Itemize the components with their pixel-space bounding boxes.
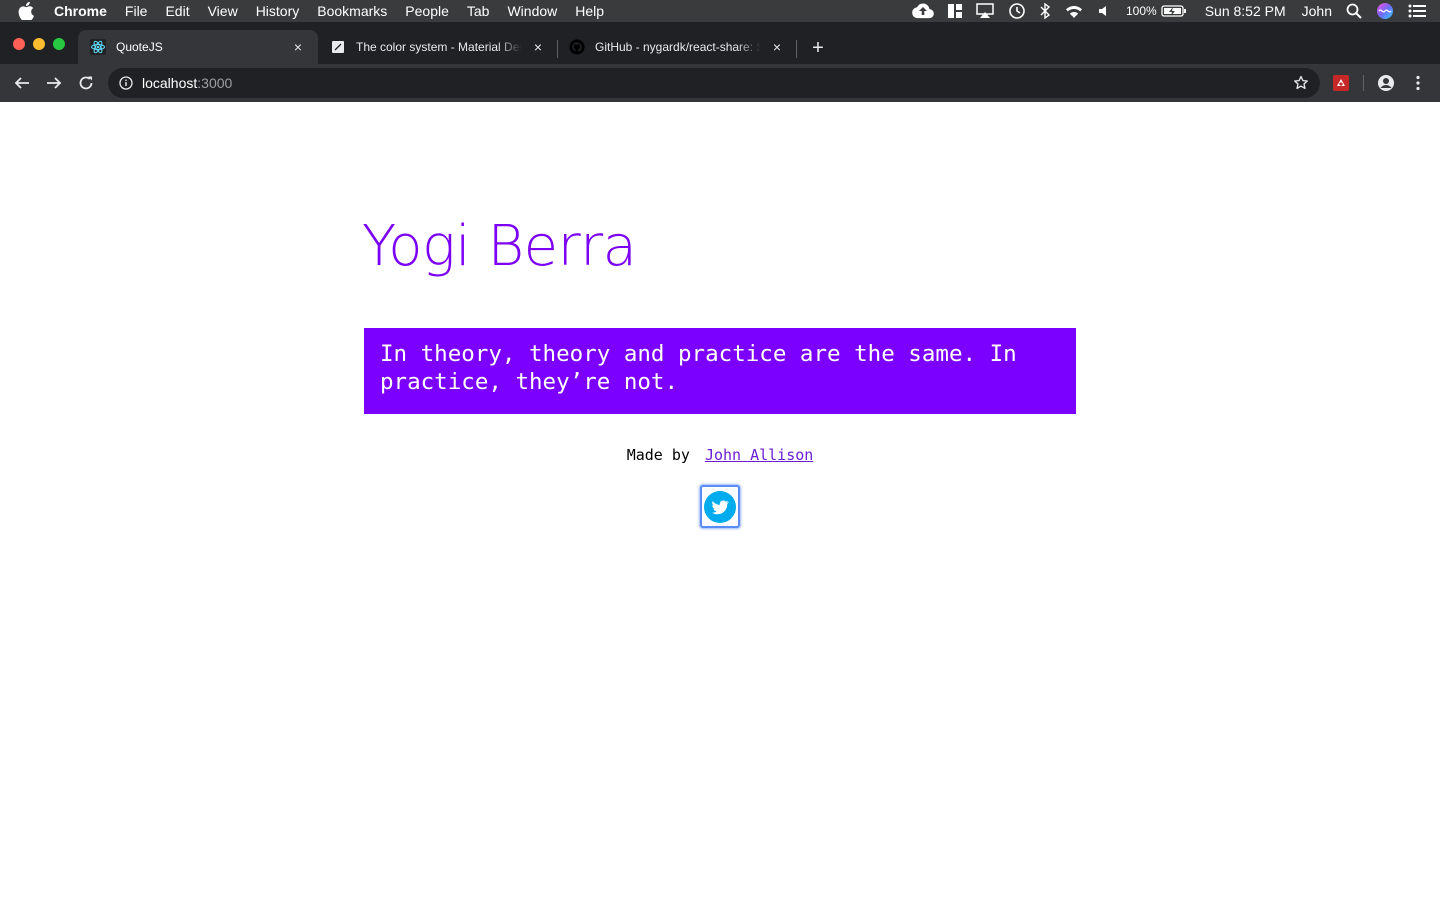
menu-edit[interactable]: Edit bbox=[165, 3, 189, 19]
window-layout-icon[interactable] bbox=[948, 0, 962, 22]
menubar-clock[interactable]: Sun 8:52 PM bbox=[1205, 0, 1286, 22]
tab-strip: QuoteJS × The color system - Material De… bbox=[0, 22, 1440, 64]
page-content: Yogi Berra In theory, theory and practic… bbox=[0, 102, 1440, 900]
tab-title: GitHub - nygardk/react-share: Social med… bbox=[595, 40, 761, 54]
minimize-window-button[interactable] bbox=[33, 38, 45, 50]
quote-author: Yogi Berra bbox=[362, 214, 637, 279]
browser-toolbar: localhost:3000 bbox=[0, 64, 1440, 102]
siri-icon[interactable] bbox=[1376, 0, 1394, 22]
tab-separator bbox=[796, 40, 797, 58]
menu-app-name[interactable]: Chrome bbox=[54, 3, 107, 19]
tab-close-icon[interactable]: × bbox=[530, 39, 546, 55]
menu-view[interactable]: View bbox=[208, 3, 238, 19]
document-favicon-icon bbox=[330, 39, 346, 55]
menu-tab[interactable]: Tab bbox=[467, 3, 490, 19]
notification-center-icon[interactable] bbox=[1408, 0, 1426, 22]
address-bar[interactable]: localhost:3000 bbox=[108, 68, 1320, 98]
tab-close-icon[interactable]: × bbox=[769, 39, 785, 55]
quote-box: In theory, theory and practice are the s… bbox=[364, 328, 1076, 414]
tab-material-design[interactable]: The color system - Material Design × bbox=[318, 30, 558, 64]
close-window-button[interactable] bbox=[13, 38, 25, 50]
menu-people[interactable]: People bbox=[405, 3, 449, 19]
url-text[interactable]: localhost:3000 bbox=[142, 75, 232, 91]
bookmark-star-icon[interactable] bbox=[1292, 74, 1310, 92]
menu-file[interactable]: File bbox=[125, 3, 148, 19]
zoom-window-button[interactable] bbox=[53, 38, 65, 50]
time-machine-icon[interactable] bbox=[1008, 0, 1026, 22]
spotlight-search-icon[interactable] bbox=[1346, 0, 1362, 22]
tab-title: The color system - Material Design bbox=[356, 40, 522, 54]
menu-window[interactable]: Window bbox=[507, 3, 557, 19]
mac-menubar: Chrome File Edit View History Bookmarks … bbox=[0, 0, 1440, 22]
tab-quotejs[interactable]: QuoteJS × bbox=[78, 30, 318, 64]
wifi-icon[interactable] bbox=[1064, 0, 1084, 22]
twitter-icon bbox=[704, 490, 736, 523]
window-controls bbox=[13, 38, 73, 50]
battery-percent: 100% bbox=[1126, 4, 1157, 18]
quote-text: In theory, theory and practice are the s… bbox=[380, 341, 1017, 395]
url-host: localhost bbox=[142, 75, 198, 91]
footer-credit: Made by John Allison bbox=[0, 446, 1440, 464]
more-menu-icon[interactable] bbox=[1406, 71, 1430, 95]
tab-title: QuoteJS bbox=[116, 40, 163, 54]
reload-icon[interactable] bbox=[74, 71, 98, 95]
new-tab-button[interactable]: + bbox=[806, 36, 830, 60]
github-favicon-icon bbox=[569, 39, 585, 55]
airplay-icon[interactable] bbox=[976, 0, 994, 22]
react-favicon-icon bbox=[90, 39, 106, 55]
cloud-upload-icon[interactable] bbox=[912, 0, 934, 22]
menubar-user[interactable]: John bbox=[1302, 0, 1332, 22]
battery-icon[interactable] bbox=[1161, 0, 1187, 22]
info-icon[interactable] bbox=[118, 75, 134, 91]
author-link[interactable]: John Allison bbox=[705, 446, 813, 464]
url-port: :3000 bbox=[197, 75, 233, 91]
toolbar-divider bbox=[1363, 75, 1364, 91]
menu-history[interactable]: History bbox=[256, 3, 300, 19]
tab-close-icon[interactable]: × bbox=[290, 39, 306, 55]
forward-icon[interactable] bbox=[42, 71, 66, 95]
profile-icon[interactable] bbox=[1374, 71, 1398, 95]
footer-prefix: Made by bbox=[626, 446, 690, 464]
back-icon[interactable] bbox=[10, 71, 34, 95]
menu-bookmarks[interactable]: Bookmarks bbox=[317, 3, 387, 19]
apple-icon[interactable] bbox=[18, 2, 36, 20]
volume-icon[interactable] bbox=[1098, 0, 1112, 22]
extension-icon[interactable] bbox=[1329, 71, 1353, 95]
tab-github-react-share[interactable]: GitHub - nygardk/react-share: Social med… bbox=[557, 30, 797, 64]
bluetooth-icon[interactable] bbox=[1040, 0, 1050, 22]
menu-help[interactable]: Help bbox=[575, 3, 604, 19]
twitter-share-button[interactable] bbox=[700, 485, 740, 528]
